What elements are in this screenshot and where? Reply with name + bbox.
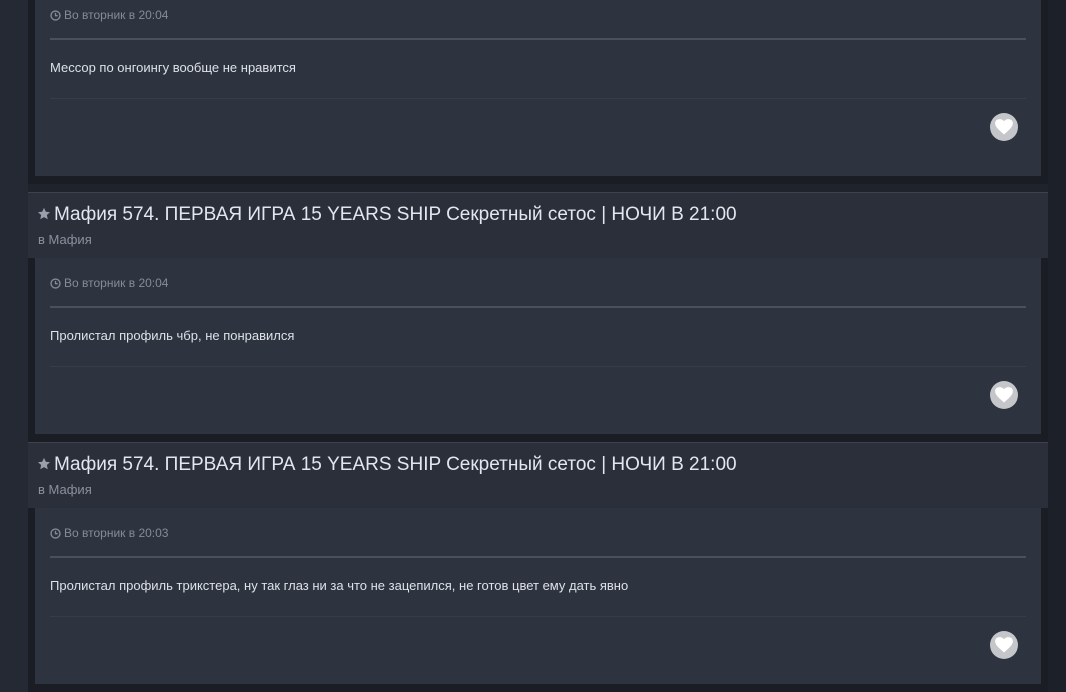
post-date-text: Во вторник в 20:03 [64, 526, 169, 540]
star-icon [37, 457, 51, 470]
forum-link[interactable]: Мафия [49, 482, 92, 497]
post-body: Во вторник в 20:04 Пролистал профиль чбр… [28, 258, 1048, 442]
post-footer-divider [50, 366, 1026, 367]
post-body: Во вторник в 20:03 Пролистал профиль три… [28, 508, 1048, 692]
topic-forum: в Мафия [38, 482, 92, 497]
post-date-text: Во вторник в 20:04 [64, 8, 169, 22]
heart-icon [995, 119, 1013, 135]
post-divider [50, 38, 1026, 40]
clock-icon [50, 278, 61, 292]
heart-icon [995, 387, 1013, 403]
forum-link[interactable]: Мафия [49, 232, 92, 247]
forum-prefix: в [38, 232, 45, 247]
topic-header: Мафия 574. ПЕРВАЯ ИГРА 15 YEARS SHIP Сек… [28, 442, 1048, 508]
post-date-text: Во вторник в 20:04 [64, 276, 169, 290]
topic-forum: в Мафия [38, 232, 92, 247]
heart-icon [995, 637, 1013, 653]
like-button[interactable] [990, 113, 1018, 141]
post-divider [50, 556, 1026, 558]
clock-icon [50, 10, 61, 24]
left-gutter [0, 0, 28, 692]
post-text: Пролистал профиль чбр, не понравился [50, 328, 295, 343]
post-divider [50, 306, 1026, 308]
post-entry: Мафия 574. ПЕРВАЯ ИГРА 15 YEARS SHIP Сек… [28, 442, 1048, 692]
post-text: Мессор по онгоингу вообще не нравится [50, 60, 296, 75]
post-entry: Во вторник в 20:04 Мессор по онгоингу во… [28, 0, 1048, 192]
post-footer-divider [50, 98, 1026, 99]
star-icon [37, 207, 51, 220]
post-body: Во вторник в 20:04 Мессор по онгоингу во… [28, 0, 1048, 184]
like-button[interactable] [990, 381, 1018, 409]
clock-icon [50, 528, 61, 542]
post-date: Во вторник в 20:03 [50, 526, 168, 542]
topic-title-link[interactable]: Мафия 574. ПЕРВАЯ ИГРА 15 YEARS SHIP Сек… [54, 204, 737, 226]
topic-header: Мафия 574. ПЕРВАЯ ИГРА 15 YEARS SHIP Сек… [28, 192, 1048, 258]
topic-title-link[interactable]: Мафия 574. ПЕРВАЯ ИГРА 15 YEARS SHIP Сек… [54, 454, 737, 476]
post-date: Во вторник в 20:04 [50, 276, 168, 292]
like-button[interactable] [990, 631, 1018, 659]
post-date: Во вторник в 20:04 [50, 8, 168, 24]
post-footer-divider [50, 616, 1026, 617]
post-entry: Мафия 574. ПЕРВАЯ ИГРА 15 YEARS SHIP Сек… [28, 192, 1048, 442]
post-text: Пролистал профиль трикстера, ну так глаз… [50, 578, 629, 593]
right-gutter [1048, 0, 1066, 692]
forum-prefix: в [38, 482, 45, 497]
